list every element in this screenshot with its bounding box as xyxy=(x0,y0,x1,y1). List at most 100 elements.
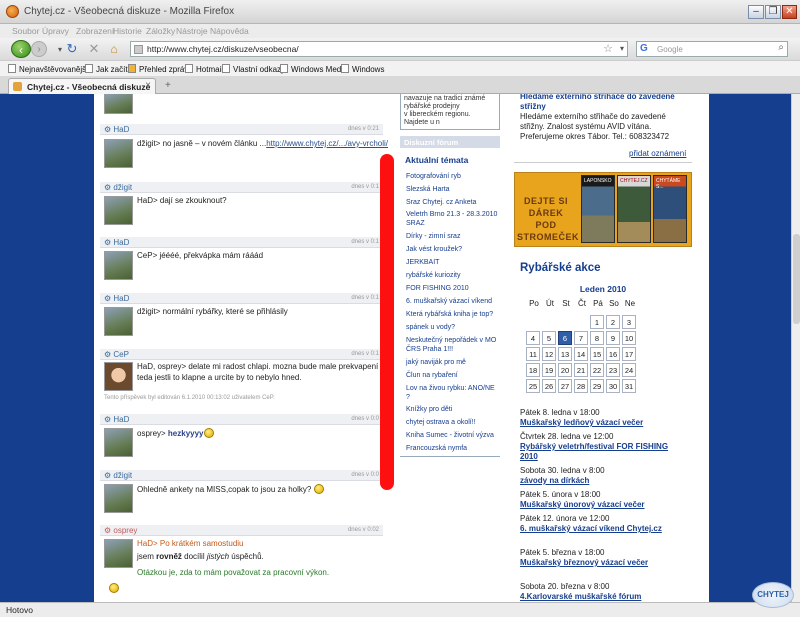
post-author[interactable]: ⚙ džigit xyxy=(104,471,132,480)
topic-link[interactable]: Fotografování ryb xyxy=(406,172,498,181)
calendar-day[interactable]: 14 xyxy=(574,347,588,361)
calendar-day[interactable]: 9 xyxy=(606,331,620,345)
back-button[interactable]: ‹ xyxy=(11,40,31,58)
bookmark-hotmail[interactable]: Hotmail xyxy=(185,64,223,74)
search-icon[interactable]: ⌕ xyxy=(778,42,784,53)
calendar-day[interactable]: 20 xyxy=(558,363,572,377)
menu-zalozky[interactable]: Záložky xyxy=(146,26,175,36)
calendar-day[interactable]: 13 xyxy=(558,347,572,361)
search-bar[interactable]: G Google ⌕ xyxy=(636,41,788,57)
calendar-day[interactable]: 11 xyxy=(526,347,540,361)
url-dropdown-icon[interactable]: ▾ xyxy=(620,44,624,53)
ad-title[interactable]: Hledáme externího střihače do zavedené s… xyxy=(520,94,685,112)
forward-button[interactable]: › xyxy=(31,41,47,57)
topic-link[interactable]: Neskutečný nepořádek v MO ČRS Praha 1!!! xyxy=(406,336,498,354)
topic-link[interactable]: Kniha Sumec - životní výzva xyxy=(406,431,498,440)
post-author[interactable]: ⚙ HaD xyxy=(104,125,129,134)
url-bar[interactable]: http://www.chytej.cz/diskuze/vseobecna/ … xyxy=(130,41,628,57)
tab-chytej[interactable]: Chytej.cz - Všeobecná diskuze × xyxy=(8,78,156,94)
google-icon[interactable]: G xyxy=(640,43,650,55)
topic-link[interactable]: Dírky - zimní sraz xyxy=(406,232,498,241)
menu-historie[interactable]: Historie xyxy=(113,26,142,36)
post-author[interactable]: ⚙ osprey xyxy=(104,526,137,535)
calendar-day[interactable]: 8 xyxy=(590,331,604,345)
topic-link[interactable]: Francouzská nymfa xyxy=(406,444,498,453)
topic-link[interactable]: Jak vést kroužek? xyxy=(406,245,498,254)
calendar-day[interactable]: 12 xyxy=(542,347,556,361)
event-link[interactable]: 4.Karlovarské muškařské fórum xyxy=(520,592,685,602)
calendar-day[interactable]: 3 xyxy=(622,315,636,329)
topic-link[interactable]: chytej ostrava a okolí!! xyxy=(406,418,498,427)
calendar-day[interactable]: 2 xyxy=(606,315,620,329)
calendar-day[interactable]: 31 xyxy=(622,379,636,393)
stop-icon[interactable]: ✕ xyxy=(84,40,104,58)
post-author[interactable]: ⚙ džigit xyxy=(104,183,132,192)
topic-link[interactable]: Která rybářská kniha je top? xyxy=(406,310,498,319)
calendar-day[interactable]: 27 xyxy=(558,379,572,393)
topic-link[interactable]: Knížky pro děti xyxy=(406,405,498,414)
calendar-day[interactable]: 24 xyxy=(622,363,636,377)
event-link[interactable]: Muškařský ledňový vázací večer xyxy=(520,418,685,428)
post-author[interactable]: ⚙ CeP xyxy=(104,350,129,359)
post-author[interactable]: ⚙ HaD xyxy=(104,294,129,303)
menu-zobrazeni[interactable]: Zobrazení xyxy=(76,26,114,36)
menu-napoveda[interactable]: Nápověda xyxy=(210,26,249,36)
reload-icon[interactable]: ↻ xyxy=(62,40,82,58)
bookmark-windows-media[interactable]: Windows Media xyxy=(280,64,347,74)
new-tab-button[interactable]: + xyxy=(165,80,171,91)
topic-link[interactable]: 6. muškařský vázací víkend xyxy=(406,297,498,306)
calendar-day[interactable]: 17 xyxy=(622,347,636,361)
topic-link[interactable]: Slezská Harta xyxy=(406,185,498,194)
bookmark-nejnavstevovanejsi[interactable]: Nejnavštěvovanější xyxy=(8,64,88,74)
calendar-day[interactable]: 21 xyxy=(574,363,588,377)
menu-soubor[interactable]: Soubor xyxy=(12,26,39,36)
calendar-day[interactable]: 22 xyxy=(590,363,604,377)
topic-link[interactable]: Veletrh Brno 21.3 - 28.3.2010 SRAZ xyxy=(406,210,498,228)
post-author[interactable]: ⚙ HaD xyxy=(104,415,129,424)
page-scrollbar[interactable] xyxy=(791,94,800,602)
calendar-day[interactable]: 28 xyxy=(574,379,588,393)
topic-link[interactable]: JERKBAIT xyxy=(406,258,498,267)
home-icon[interactable]: ⌂ xyxy=(104,40,124,58)
calendar-day[interactable]: 1 xyxy=(590,315,604,329)
close-button[interactable]: ✕ xyxy=(782,5,797,19)
topic-link[interactable]: Člun na rybaření xyxy=(406,371,498,380)
calendar-day[interactable]: 15 xyxy=(590,347,604,361)
menu-nastroje[interactable]: Nástroje xyxy=(176,26,208,36)
bookmark-star-icon[interactable]: ☆ xyxy=(603,42,613,55)
post-link[interactable]: http://www.chytej.cz/.../avy-vrcholi/ xyxy=(266,139,388,148)
calendar-day[interactable]: 29 xyxy=(590,379,604,393)
post-author[interactable]: ⚙ HaD xyxy=(104,238,129,247)
topic-link[interactable]: rybářské kuriozity xyxy=(406,271,498,280)
scrollbar-thumb[interactable] xyxy=(793,234,800,324)
calendar-day[interactable]: 10 xyxy=(622,331,636,345)
topic-link[interactable]: spánek u vody? xyxy=(406,323,498,332)
event-link[interactable]: Rybářský veletrh/festival FOR FISHING 20… xyxy=(520,442,685,462)
topic-link[interactable]: jaký naviják pro mě xyxy=(406,358,498,367)
add-listing-link[interactable]: přidat oznámení xyxy=(629,149,686,159)
event-link[interactable]: 6. muškařský vázací víkend Chytej.cz xyxy=(520,524,685,534)
minimize-button[interactable]: – xyxy=(748,5,764,19)
topic-link[interactable]: Lov na živou rybku: ANO/NE ? xyxy=(406,384,498,402)
bookmark-jak-zacit[interactable]: Jak začít xyxy=(85,64,128,74)
menu-upravy[interactable]: Úpravy xyxy=(42,26,69,36)
bookmark-prehled-zprav[interactable]: Přehled zpráv xyxy=(128,64,188,74)
event-link[interactable]: závody na dírkách xyxy=(520,476,685,486)
calendar-day[interactable]: 5 xyxy=(542,331,556,345)
topic-link[interactable]: Sraz Chytej. cz Anketa xyxy=(406,198,498,207)
calendar-day[interactable]: 6 xyxy=(558,331,572,345)
forum-header[interactable]: Diskuzní fórum xyxy=(400,136,500,148)
calendar-day[interactable]: 30 xyxy=(606,379,620,393)
bookmark-windows[interactable]: Windows xyxy=(341,64,384,74)
calendar-day[interactable]: 26 xyxy=(542,379,556,393)
calendar-day[interactable]: 18 xyxy=(526,363,540,377)
event-link[interactable]: Muškařský únorový vázací večer xyxy=(520,500,685,510)
promo-banner[interactable]: DEJTE SI DÁREK POD STROMEČEK LAPONSKO CH… xyxy=(514,172,692,247)
calendar-day[interactable]: 7 xyxy=(574,331,588,345)
bookmark-vlastni-odkazy[interactable]: Vlastní odkazy xyxy=(222,64,285,74)
calendar-day[interactable]: 19 xyxy=(542,363,556,377)
calendar-day[interactable]: 23 xyxy=(606,363,620,377)
tab-close-icon[interactable]: × xyxy=(145,80,151,91)
calendar-day[interactable]: 4 xyxy=(526,331,540,345)
topic-link[interactable]: FOR FISHING 2010 xyxy=(406,284,498,293)
